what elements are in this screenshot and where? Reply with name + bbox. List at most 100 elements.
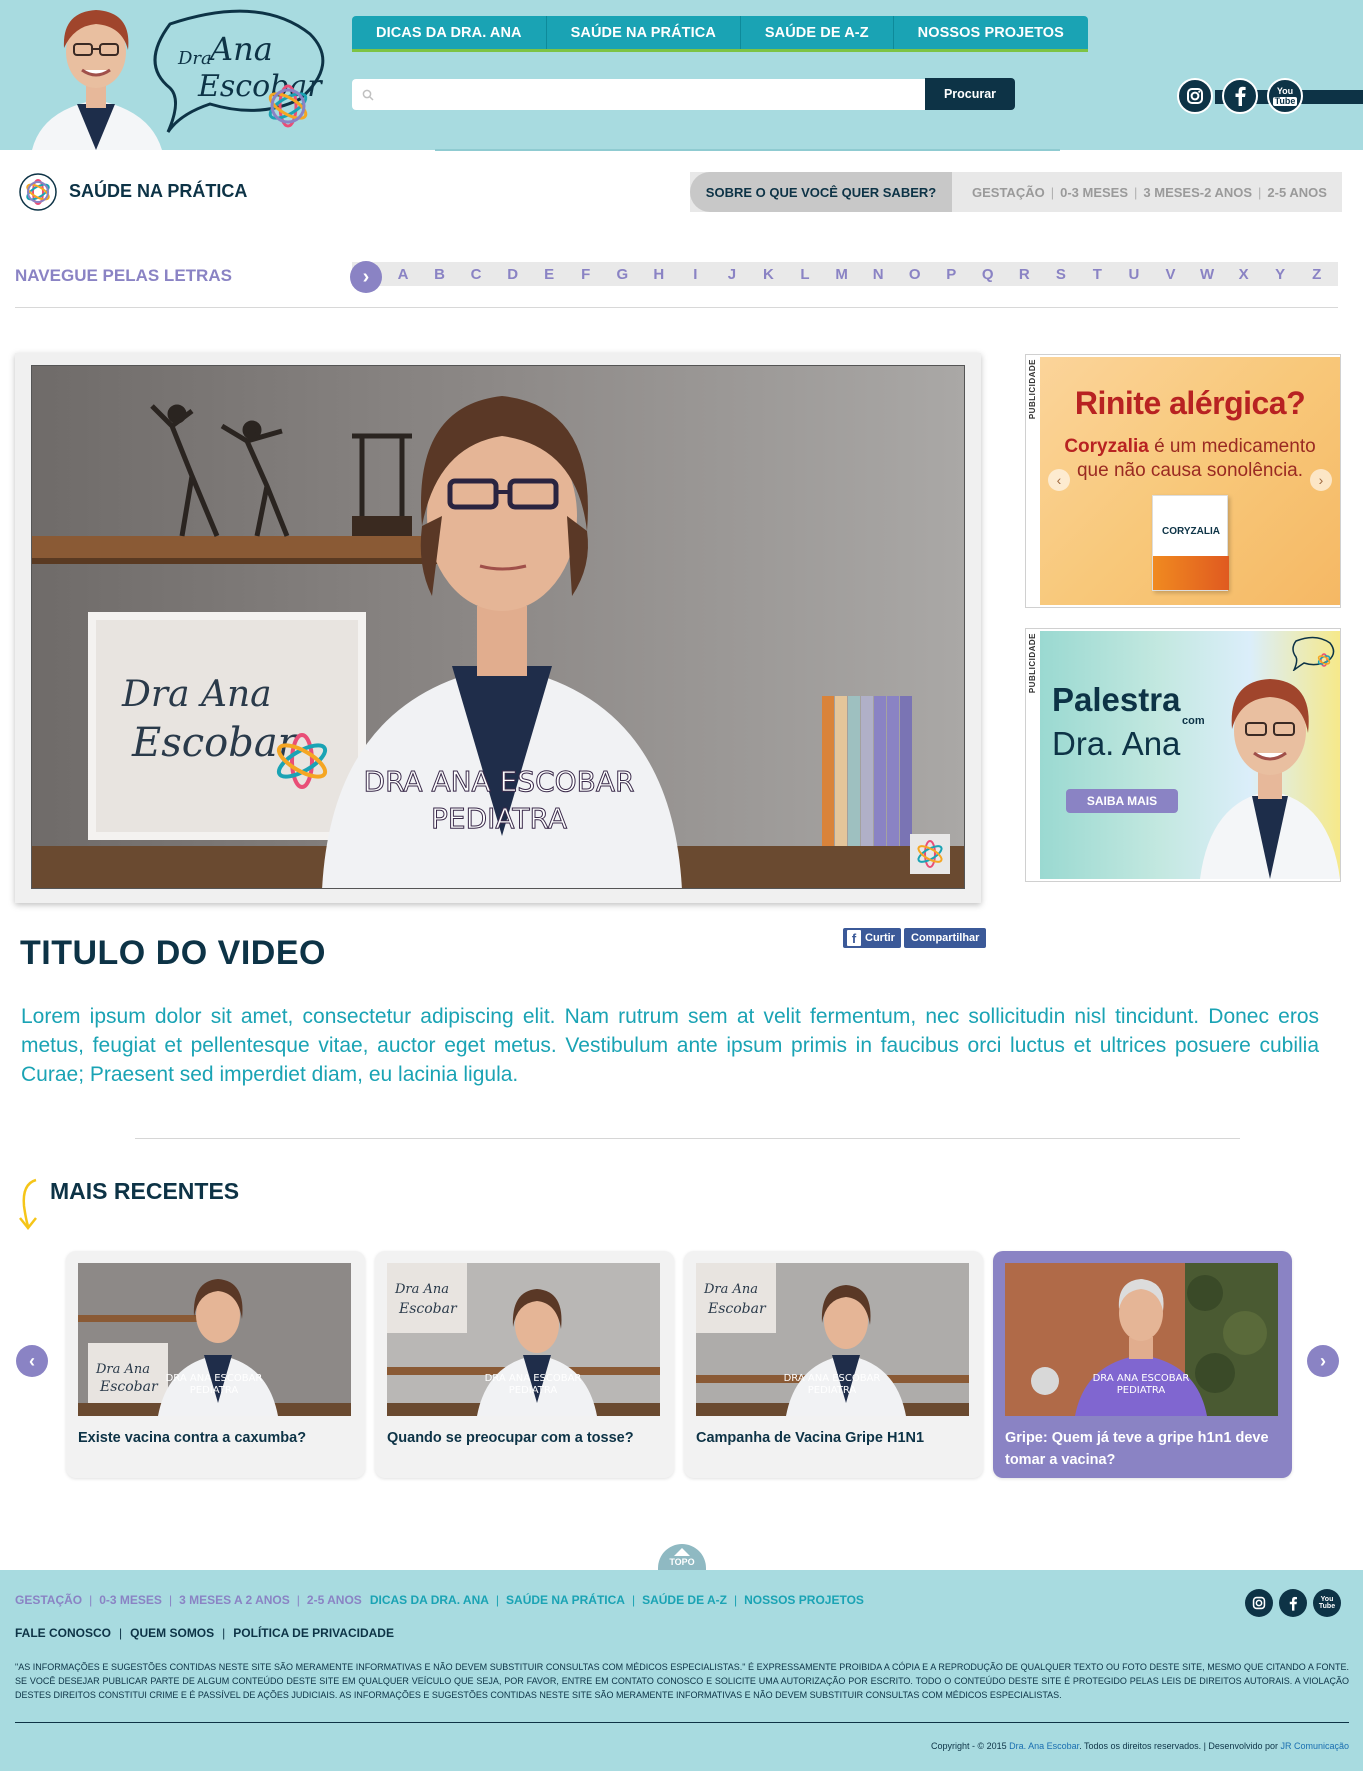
main-nav: DICAS DA DRA. ANA SAÚDE NA PRÁTICA SAÚDE… bbox=[352, 16, 1088, 52]
alphabet-letter-q[interactable]: Q bbox=[977, 266, 999, 283]
alphabet-letter-l[interactable]: L bbox=[794, 266, 816, 283]
recent-video-title[interactable]: Existe vacina contra a caxumba? bbox=[78, 1427, 355, 1449]
ad-palestra[interactable]: PUBLICIDADE Palestra com Dra. Ana SAIBA … bbox=[1025, 628, 1341, 882]
thumb-caption-role: PEDIATRA bbox=[509, 1385, 558, 1396]
ad2-logo bbox=[1292, 636, 1335, 671]
alphabet-letter-i[interactable]: I bbox=[684, 266, 706, 283]
ad-coryzalia[interactable]: PUBLICIDADE Rinite alérgica? Coryzalia é… bbox=[1025, 354, 1341, 608]
carousel-next-icon[interactable]: › bbox=[1307, 1345, 1339, 1377]
svg-text:Dra Ana: Dra Ana bbox=[394, 1282, 449, 1297]
instagram-icon[interactable] bbox=[1245, 1589, 1273, 1617]
alphabet-letter-e[interactable]: E bbox=[538, 266, 560, 283]
alphabet-letter-h[interactable]: H bbox=[648, 266, 670, 283]
recent-video-card[interactable]: Dra Ana Escobar DRA ANA ESCOBAR PEDIATRA… bbox=[375, 1251, 674, 1478]
facebook-icon[interactable] bbox=[1222, 78, 1258, 114]
video-player[interactable]: Dra Ana Escobar DRA ANA ESCOBAR PEDIATRA bbox=[31, 365, 965, 889]
alphabet-letter-j[interactable]: J bbox=[721, 266, 743, 283]
alphabet-letter-w[interactable]: W bbox=[1196, 266, 1218, 283]
alphabet-arrow-icon[interactable]: › bbox=[350, 261, 382, 293]
footer-link-saude-az[interactable]: SAÚDE DE A-Z bbox=[642, 1593, 727, 1607]
thumb-caption-name: DRA ANA ESCOBAR bbox=[1093, 1373, 1190, 1384]
recent-video-title[interactable]: Gripe: Quem já teve a gripe h1n1 deve to… bbox=[1005, 1427, 1282, 1471]
svg-text:Dra Ana: Dra Ana bbox=[95, 1362, 150, 1377]
facebook-share-button[interactable]: Compartilhar bbox=[904, 928, 987, 948]
thumb-caption-role: PEDIATRA bbox=[1117, 1385, 1166, 1396]
site-header: Dra Ana Escobar DICAS DA DRA. ANA SAÚDE … bbox=[0, 0, 1363, 150]
site-logo[interactable]: Dra Ana Escobar bbox=[140, 4, 340, 144]
facebook-icon[interactable] bbox=[1279, 1589, 1307, 1617]
topic-3m-2anos[interactable]: 3 MESES-2 ANOS bbox=[1143, 185, 1252, 200]
footer-link-quem-somos[interactable]: QUEM SOMOS bbox=[130, 1626, 214, 1640]
footer-link-dicas[interactable]: DICAS DA DRA. ANA bbox=[370, 1593, 489, 1607]
nav-saude-pratica[interactable]: SAÚDE NA PRÁTICA bbox=[547, 16, 741, 49]
footer-separator: | bbox=[733, 1593, 738, 1607]
footer-separator: | bbox=[89, 1593, 93, 1607]
footer-link-projetos[interactable]: NOSSOS PROJETOS bbox=[744, 1593, 864, 1607]
instagram-icon[interactable] bbox=[1177, 78, 1213, 114]
nav-saude-az[interactable]: SAÚDE DE A-Z bbox=[741, 16, 894, 49]
alphabet-letter-f[interactable]: F bbox=[575, 266, 597, 283]
alphabet-letter-m[interactable]: M bbox=[831, 266, 853, 283]
ad2-title: Palestra bbox=[1052, 681, 1181, 718]
alphabet-letter-b[interactable]: B bbox=[429, 266, 451, 283]
facebook-like-button[interactable]: Curtir bbox=[843, 928, 901, 948]
alphabet-letter-o[interactable]: O bbox=[904, 266, 926, 283]
footer-link-2-5-anos[interactable]: 2-5 ANOS bbox=[307, 1593, 362, 1607]
alphabet-letter-x[interactable]: X bbox=[1233, 266, 1255, 283]
alphabet-letter-n[interactable]: N bbox=[867, 266, 889, 283]
footer-link-3m-2anos[interactable]: 3 MESES A 2 ANOS bbox=[179, 1593, 290, 1607]
ad2-saiba-mais-button[interactable]: SAIBA MAIS bbox=[1066, 789, 1178, 813]
recent-video-title[interactable]: Campanha de Vacina Gripe H1N1 bbox=[696, 1427, 973, 1449]
footer-separator: | bbox=[296, 1593, 300, 1607]
youtube-icon[interactable]: You Tube bbox=[1313, 1589, 1341, 1617]
alphabet-letter-u[interactable]: U bbox=[1123, 266, 1145, 283]
ad2-name: Dra. Ana bbox=[1052, 725, 1181, 762]
logo-text-ana: Ana bbox=[207, 30, 273, 68]
alphabet-letter-r[interactable]: R bbox=[1013, 266, 1035, 283]
topic-0-3-meses[interactable]: 0-3 MESES bbox=[1060, 185, 1128, 200]
recent-video-card-active[interactable]: DRA ANA ESCOBAR PEDIATRA Gripe: Quem já … bbox=[993, 1251, 1292, 1478]
search-icon bbox=[362, 89, 374, 101]
copyright-owner-link[interactable]: Dra. Ana Escobar bbox=[1009, 1741, 1079, 1751]
alphabet-letter-d[interactable]: D bbox=[502, 266, 524, 283]
back-to-top-button[interactable]: TOPO bbox=[658, 1544, 706, 1570]
footer-separator: | bbox=[631, 1593, 636, 1607]
ad-next-arrow-icon[interactable]: › bbox=[1310, 469, 1332, 491]
alphabet-letter-k[interactable]: K bbox=[757, 266, 779, 283]
recent-video-card[interactable]: Dra Ana Escobar DRA ANA ESCOBAR PEDIATRA… bbox=[684, 1251, 983, 1478]
footer-link-fale-conosco[interactable]: FALE CONOSCO bbox=[15, 1626, 111, 1640]
alphabet-divider bbox=[15, 307, 1338, 308]
footer-separator: | bbox=[222, 1626, 226, 1640]
description-divider bbox=[135, 1138, 1240, 1139]
search-button[interactable]: Procurar bbox=[925, 78, 1015, 110]
alphabet-letter-z[interactable]: Z bbox=[1306, 266, 1328, 283]
youtube-icon[interactable]: You Tube bbox=[1267, 78, 1303, 114]
alphabet-letter-s[interactable]: S bbox=[1050, 266, 1072, 283]
nav-projetos[interactable]: NOSSOS PROJETOS bbox=[894, 16, 1088, 49]
thumb-caption-role: PEDIATRA bbox=[808, 1385, 857, 1396]
developer-link[interactable]: JR Comunicação bbox=[1280, 1741, 1349, 1751]
recent-video-card[interactable]: Dra Ana Escobar DRA ANA ESCOBAR PEDIATRA… bbox=[66, 1251, 365, 1478]
alphabet-letter-g[interactable]: G bbox=[611, 266, 633, 283]
alphabet-letter-y[interactable]: Y bbox=[1269, 266, 1291, 283]
alphabet-letter-v[interactable]: V bbox=[1159, 266, 1181, 283]
footer-link-saude-pratica[interactable]: SAÚDE NA PRÁTICA bbox=[506, 1593, 625, 1607]
alphabet-letter-c[interactable]: C bbox=[465, 266, 487, 283]
topic-gestacao[interactable]: GESTAÇÃO bbox=[972, 185, 1045, 200]
carousel-prev-icon[interactable]: ‹ bbox=[16, 1345, 48, 1377]
youtube-label-tube: Tube bbox=[1272, 95, 1298, 106]
footer-disclaimer: "AS INFORMAÇÕES E SUGESTÕES CONTIDAS NES… bbox=[15, 1662, 1349, 1700]
recent-video-title[interactable]: Quando se preocupar com a tosse? bbox=[387, 1427, 664, 1449]
topic-question[interactable]: SOBRE O QUE VOCÊ QUER SABER? bbox=[690, 172, 952, 212]
footer-link-0-3-meses[interactable]: 0-3 MESES bbox=[99, 1593, 162, 1607]
nav-dicas[interactable]: DICAS DA DRA. ANA bbox=[352, 16, 547, 49]
footer-link-privacidade[interactable]: POLÍTICA DE PRIVACIDADE bbox=[233, 1626, 394, 1640]
ad-prev-arrow-icon[interactable]: ‹ bbox=[1048, 469, 1070, 491]
search-input[interactable] bbox=[382, 87, 922, 102]
topic-2-5-anos[interactable]: 2-5 ANOS bbox=[1267, 185, 1326, 200]
alphabet-letter-a[interactable]: A bbox=[392, 266, 414, 283]
alphabet-letter-p[interactable]: P bbox=[940, 266, 962, 283]
alphabet-letter-t[interactable]: T bbox=[1086, 266, 1108, 283]
product-box-image: CORYZALIA bbox=[1152, 495, 1229, 591]
footer-link-gestacao[interactable]: GESTAÇÃO bbox=[15, 1593, 82, 1607]
